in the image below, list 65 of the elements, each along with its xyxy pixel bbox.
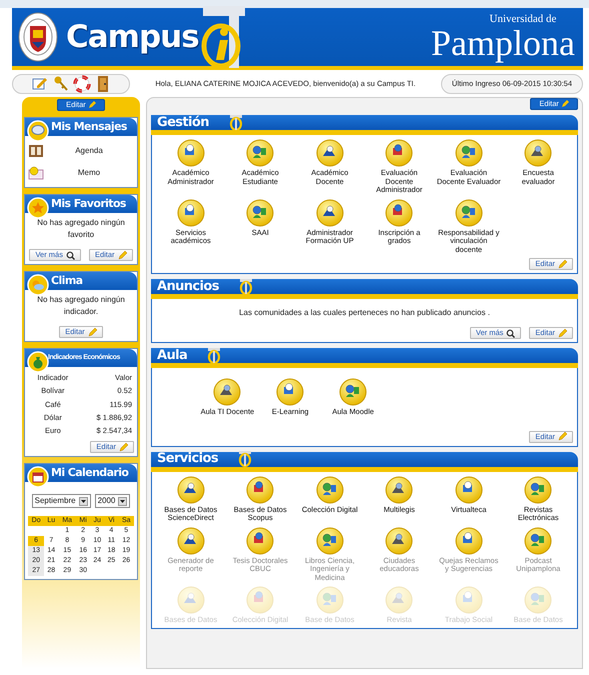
emblem-icon[interactable] [176, 476, 205, 504]
dropdown-arrow-icon [118, 496, 128, 506]
emblem-icon[interactable] [454, 198, 483, 226]
widget-title: Mi Calendario [51, 465, 128, 481]
widget-message: No has agregado ningún indicador. [36, 294, 126, 318]
speech-bubble-icon [27, 120, 49, 142]
month-select[interactable]: Septiembre [32, 494, 91, 508]
emblem-icon[interactable] [524, 476, 552, 504]
keys-icon[interactable] [52, 75, 70, 93]
pencil-icon [118, 250, 127, 260]
section-title: Anuncios [157, 278, 219, 296]
lifebuoy-icon[interactable] [72, 75, 90, 93]
emblem-icon[interactable] [385, 526, 414, 554]
smiley-envelope-icon[interactable] [28, 166, 44, 180]
announcement-text: Las comunidades a las cuales perteneces no han publicado anuncios . [238, 307, 491, 319]
pencil-icon [558, 328, 567, 338]
emblem-icon[interactable] [246, 198, 274, 226]
emblem-icon[interactable] [316, 139, 344, 167]
pencil-icon [119, 442, 128, 452]
pencil-icon [88, 328, 97, 336]
university-label: Universidad de [488, 14, 558, 24]
emblem-icon[interactable] [246, 526, 274, 554]
menu-link[interactable]: Memo [44, 167, 134, 179]
emblem-icon[interactable] [246, 476, 274, 504]
emblem-icon[interactable] [316, 476, 344, 504]
pencil-icon [561, 100, 569, 108]
emblem-icon[interactable] [385, 139, 414, 167]
university-name: Pamplona [431, 24, 575, 60]
section-title: Servicios [157, 450, 218, 468]
pencil-icon [88, 101, 96, 110]
emblem-icon[interactable] [176, 526, 205, 554]
year-select[interactable]: 2000 [94, 494, 130, 508]
widget-title: Clima [51, 272, 82, 289]
sun-cloud-icon [27, 274, 49, 296]
emblem-icon[interactable] [385, 198, 414, 226]
menu-link[interactable]: Agenda [44, 145, 134, 157]
brand-name: Campus [66, 18, 199, 57]
emblem-icon[interactable] [246, 139, 274, 167]
section-title: Gestión [157, 114, 209, 132]
emblem-icon[interactable] [385, 476, 414, 504]
search-icon [506, 328, 516, 338]
widget-title: Mis Favoritos [51, 196, 126, 212]
widget-message: No has agregado ningún favorito [36, 217, 126, 241]
calendar-icon [27, 466, 49, 488]
money-bag-icon [27, 351, 49, 373]
emblem-icon[interactable] [316, 526, 344, 554]
emblem-icon[interactable] [339, 378, 368, 406]
emblem-icon[interactable] [524, 139, 552, 167]
dropdown-arrow-icon [78, 496, 88, 506]
university-seal-icon [18, 12, 58, 62]
pencil-icon [558, 260, 567, 268]
section-title: Aula [157, 346, 188, 365]
book-icon[interactable] [28, 144, 44, 158]
pencil-icon [558, 432, 567, 441]
emblem-icon[interactable] [276, 378, 304, 406]
widget-title: Mis Mensajes [51, 118, 127, 135]
emblem-icon[interactable] [454, 526, 483, 554]
emblem-icon[interactable] [176, 139, 205, 167]
emblem-icon[interactable] [316, 198, 344, 226]
search-icon [66, 250, 75, 260]
emblem-icon[interactable] [524, 526, 552, 554]
emblem-icon[interactable] [176, 198, 205, 226]
emblem-icon[interactable] [454, 139, 483, 167]
emblem-icon[interactable] [454, 476, 483, 504]
emblem-icon[interactable] [213, 378, 242, 406]
